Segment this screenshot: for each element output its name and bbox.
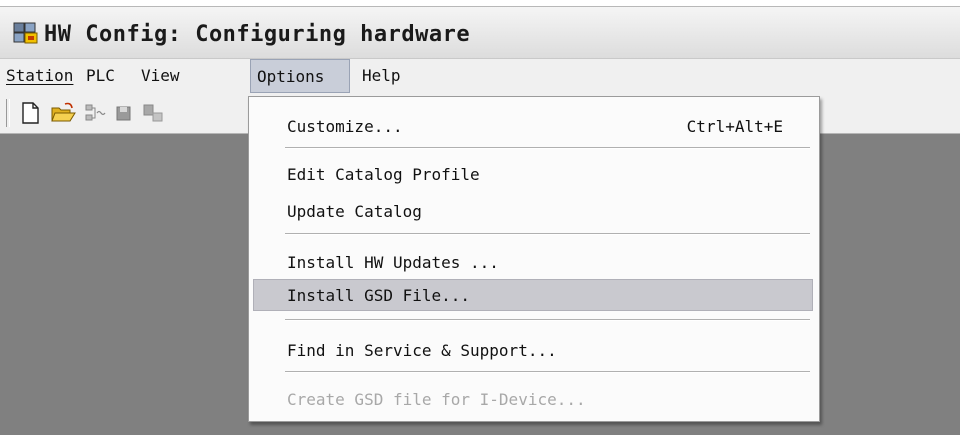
menu-help[interactable]: Help xyxy=(356,59,407,93)
find-in-service-support-label: Find in Service & Support... xyxy=(287,341,557,360)
menu-item-find-in-service-support[interactable]: Find in Service & Support... xyxy=(249,335,819,367)
open-folder-icon[interactable] xyxy=(50,101,76,125)
menu-separator xyxy=(285,371,810,373)
menu-view[interactable]: View xyxy=(135,59,186,93)
title-bar[interactable]: HW Config: Configuring hardware xyxy=(0,6,960,59)
hw-config-app-icon xyxy=(13,22,38,44)
options-dropdown-menu: Customize... Ctrl+Alt+E Edit Catalog Pro… xyxy=(248,96,820,422)
menu-separator xyxy=(285,319,810,321)
network-icon[interactable] xyxy=(82,101,106,125)
window-title: HW Config: Configuring hardware xyxy=(44,22,471,47)
menu-item-install-gsd-file[interactable]: Install GSD File... xyxy=(253,279,813,311)
download-icon[interactable] xyxy=(140,101,164,125)
menu-item-create-gsd-file-for-i-device: Create GSD file for I-Device... xyxy=(249,384,819,416)
save-icon[interactable] xyxy=(112,101,136,125)
menu-plc[interactable]: PLC xyxy=(80,59,121,93)
menu-item-install-hw-updates[interactable]: Install HW Updates ... xyxy=(249,247,819,279)
customize-label: Customize... xyxy=(287,117,403,136)
menu-options[interactable]: Options xyxy=(250,59,350,93)
install-gsd-file-label: Install GSD File... xyxy=(287,286,471,305)
new-document-icon[interactable] xyxy=(18,101,42,125)
menu-help-label: Help xyxy=(362,66,401,85)
create-gsd-file-for-i-device-label: Create GSD file for I-Device... xyxy=(287,390,586,409)
menu-separator xyxy=(285,233,810,235)
menu-bar: Station PLC View Options Help xyxy=(0,58,960,94)
edit-catalog-profile-label: Edit Catalog Profile xyxy=(287,165,480,184)
menu-item-customize[interactable]: Customize... Ctrl+Alt+E xyxy=(249,111,819,143)
menu-item-edit-catalog-profile[interactable]: Edit Catalog Profile xyxy=(249,159,819,191)
menu-item-update-catalog[interactable]: Update Catalog xyxy=(249,196,819,228)
install-hw-updates-label: Install HW Updates ... xyxy=(287,253,499,272)
toolbar-grip[interactable] xyxy=(6,99,10,127)
menu-separator xyxy=(285,147,810,149)
menu-view-label: View xyxy=(141,66,180,85)
menu-options-label: Options xyxy=(257,67,325,86)
menu-station-label: Station xyxy=(6,66,74,85)
customize-shortcut: Ctrl+Alt+E xyxy=(686,117,783,136)
update-catalog-label: Update Catalog xyxy=(287,202,422,221)
menu-station[interactable]: Station xyxy=(0,59,79,93)
menu-plc-label: PLC xyxy=(86,66,115,85)
